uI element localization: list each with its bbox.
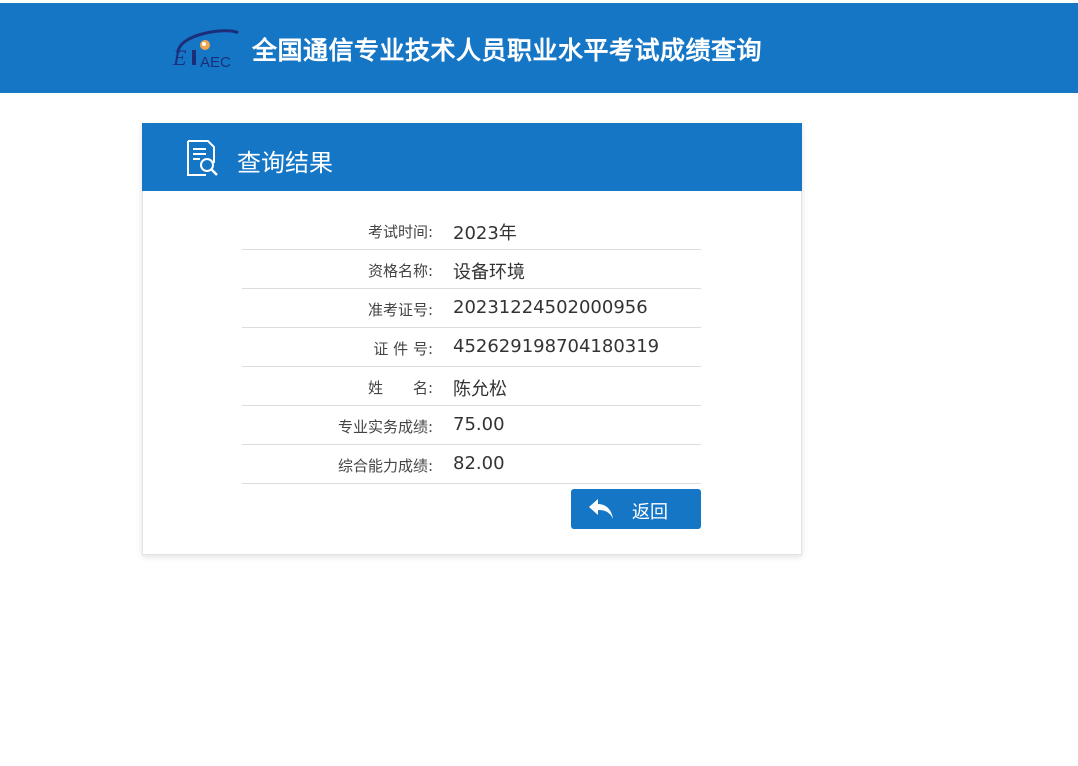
row-label: 考试时间:	[367, 223, 433, 241]
panel-title: 查询结果	[237, 149, 333, 177]
svg-text:E: E	[172, 45, 187, 70]
row-label: 证 件 号:	[373, 340, 433, 358]
row-value: 设备环境	[453, 262, 525, 283]
result-table: 考试时间: 2023年 资格名称: 设备环境 准考证号: 20231224502…	[242, 211, 701, 484]
site-title: 全国通信专业技术人员职业水平考试成绩查询	[252, 36, 763, 65]
back-button-label: 返回	[632, 502, 668, 523]
row-label: 专业实务成绩:	[337, 418, 433, 436]
document-search-icon	[187, 140, 218, 176]
row-label: 姓 名:	[367, 379, 433, 397]
row-value: 20231224502000956	[453, 297, 648, 318]
row-comprehensive-score: 综合能力成绩: 82.00	[242, 445, 701, 484]
reply-arrow-icon	[589, 499, 613, 519]
row-exam-time: 考试时间: 2023年	[242, 211, 701, 250]
row-value: 452629198704180319	[453, 336, 660, 357]
row-label: 准考证号:	[367, 301, 433, 319]
row-value: 陈允松	[453, 379, 507, 400]
row-qualification: 资格名称: 设备环境	[242, 250, 701, 289]
row-value: 75.00	[453, 414, 505, 435]
result-panel: 查询结果 考试时间: 2023年 资格名称: 设备环境 准考证号: 202312…	[142, 123, 802, 555]
row-value: 82.00	[453, 453, 505, 474]
eiaec-logo: E AEC	[172, 29, 239, 71]
top-header-bar: E AEC 全国通信专业技术人员职业水平考试成绩查询	[0, 3, 1078, 93]
back-button[interactable]: 返回	[571, 489, 701, 529]
row-admission-number: 准考证号: 20231224502000956	[242, 289, 701, 328]
row-id-number: 证 件 号: 452629198704180319	[242, 328, 701, 367]
svg-text:AEC: AEC	[200, 54, 231, 71]
row-label: 资格名称:	[367, 262, 433, 280]
row-value: 2023年	[453, 223, 517, 244]
row-name: 姓 名: 陈允松	[242, 367, 701, 406]
panel-header: 查询结果	[142, 123, 802, 191]
row-practice-score: 专业实务成绩: 75.00	[242, 406, 701, 445]
row-label: 综合能力成绩:	[337, 457, 433, 475]
